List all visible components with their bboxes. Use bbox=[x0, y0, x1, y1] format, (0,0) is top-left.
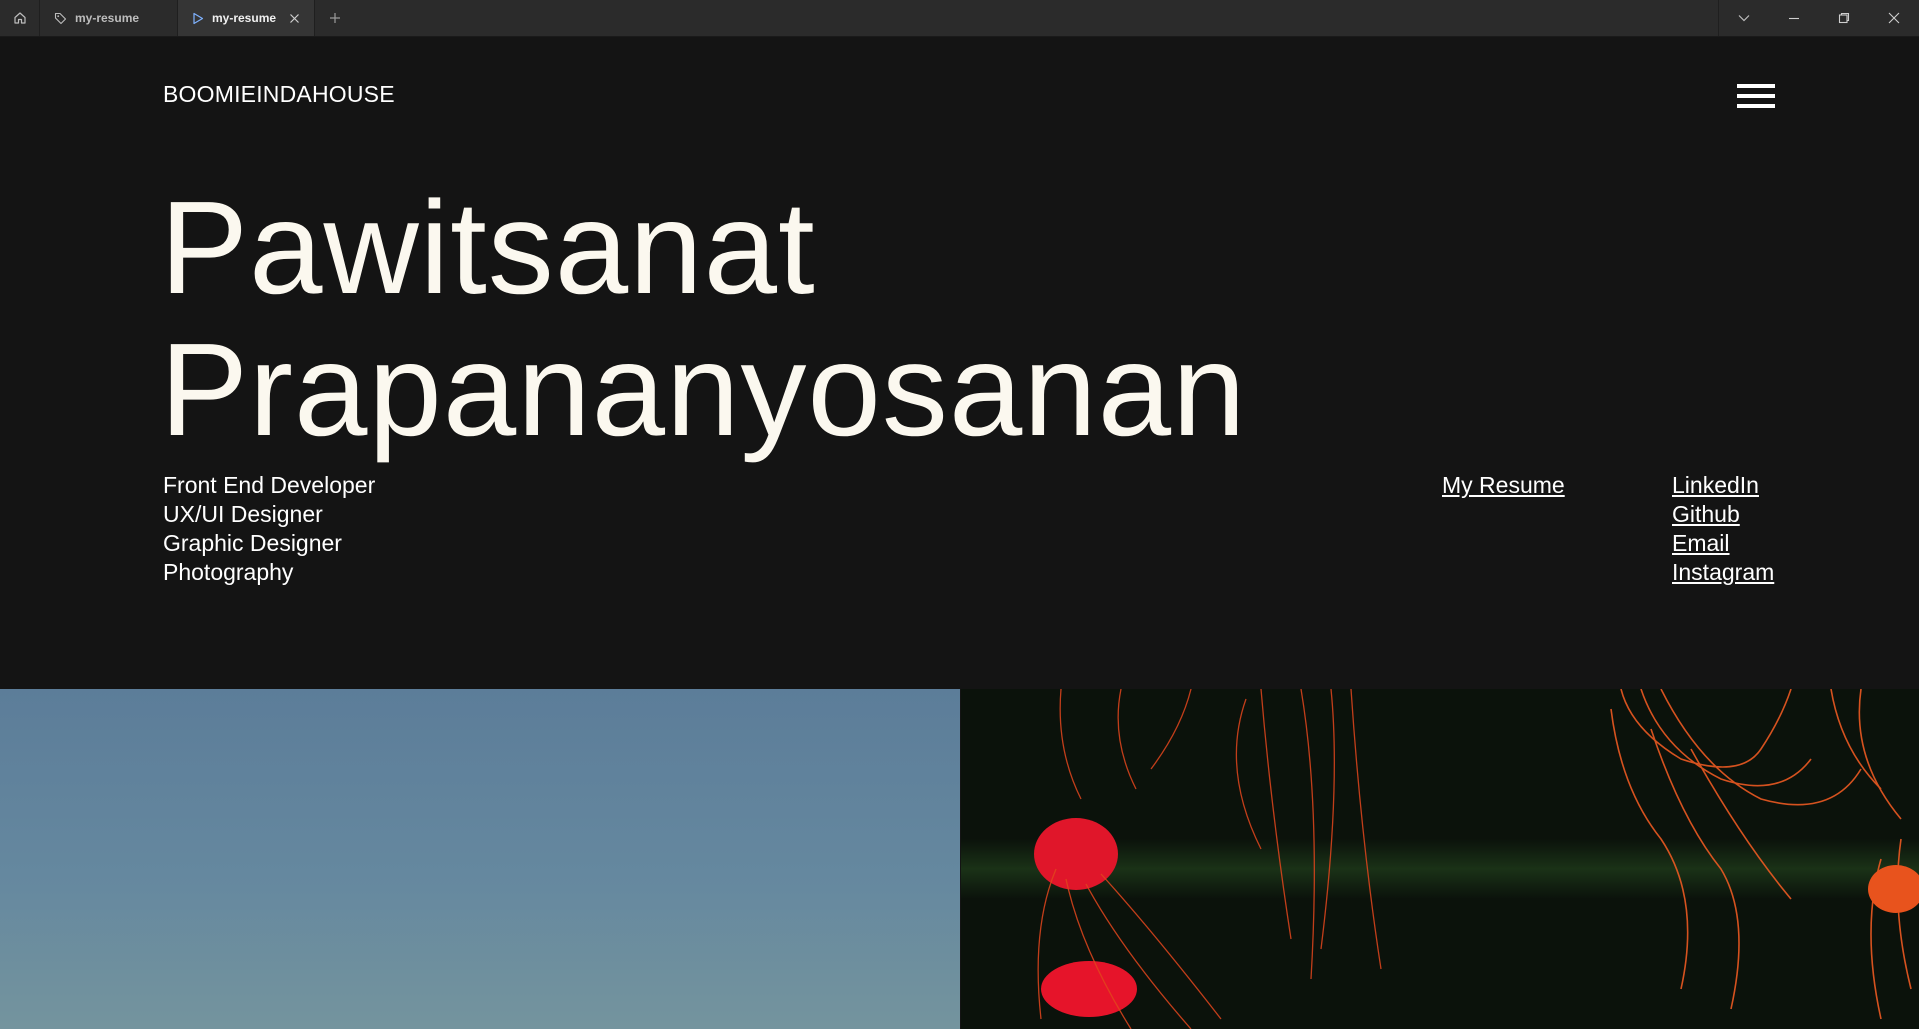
hero-name-first: Pawitsanat bbox=[160, 174, 816, 321]
minimize-button[interactable] bbox=[1769, 0, 1819, 36]
hamburger-icon-bar bbox=[1737, 104, 1775, 108]
role-item: Photography bbox=[163, 559, 294, 585]
close-icon[interactable] bbox=[289, 13, 300, 24]
page-content: BOOMIEINDAHOUSE Pawitsanat Prapananyosan… bbox=[0, 37, 1919, 1029]
hero-name: Pawitsanat Prapananyosanan bbox=[160, 177, 1247, 461]
minimize-icon bbox=[1789, 17, 1799, 20]
home-icon bbox=[13, 12, 26, 24]
window-close-button[interactable] bbox=[1869, 0, 1919, 36]
sky-photo bbox=[0, 689, 960, 1029]
instagram-link[interactable]: Instagram bbox=[1672, 558, 1774, 587]
jellyfish-photo bbox=[961, 688, 1919, 1029]
restore-button[interactable] bbox=[1819, 0, 1869, 36]
hamburger-icon-bar bbox=[1737, 84, 1775, 88]
role-item: Front End Developer bbox=[163, 472, 376, 498]
roles-list: Front End Developer UX/UI Designer Graph… bbox=[163, 471, 375, 587]
hero-name-last: Prapananyosanan bbox=[160, 316, 1247, 463]
tab-list-button[interactable] bbox=[1719, 0, 1769, 36]
hamburger-menu-button[interactable] bbox=[1737, 81, 1775, 111]
hamburger-icon-bar bbox=[1737, 94, 1775, 98]
tab-label: my-resume bbox=[212, 11, 277, 25]
tag-icon bbox=[54, 12, 67, 24]
titlebar-spacer bbox=[355, 0, 1718, 36]
close-icon bbox=[1888, 12, 1900, 24]
email-link[interactable]: Email bbox=[1672, 529, 1774, 558]
tab-label: my-resume bbox=[75, 11, 140, 25]
linkedin-link[interactable]: LinkedIn bbox=[1672, 471, 1774, 500]
site-brand[interactable]: BOOMIEINDAHOUSE bbox=[163, 81, 395, 108]
browser-titlebar: my-resume my-resume bbox=[0, 0, 1919, 37]
github-link[interactable]: Github bbox=[1672, 500, 1774, 529]
chevron-down-icon bbox=[1738, 15, 1750, 22]
jellyfish-illustration bbox=[961, 688, 1919, 1029]
tab-my-resume-1[interactable]: my-resume bbox=[40, 0, 178, 36]
new-tab-button[interactable] bbox=[315, 0, 355, 36]
play-icon bbox=[193, 12, 204, 24]
restore-icon bbox=[1838, 12, 1850, 24]
role-item: UX/UI Designer bbox=[163, 501, 323, 527]
plus-icon bbox=[330, 13, 340, 23]
social-links: LinkedIn Github Email Instagram bbox=[1672, 471, 1774, 587]
role-item: Graphic Designer bbox=[163, 530, 342, 556]
tab-my-resume-2[interactable]: my-resume bbox=[178, 0, 315, 36]
window-controls bbox=[1718, 0, 1919, 36]
my-resume-link[interactable]: My Resume bbox=[1442, 471, 1565, 500]
home-button[interactable] bbox=[0, 0, 40, 36]
